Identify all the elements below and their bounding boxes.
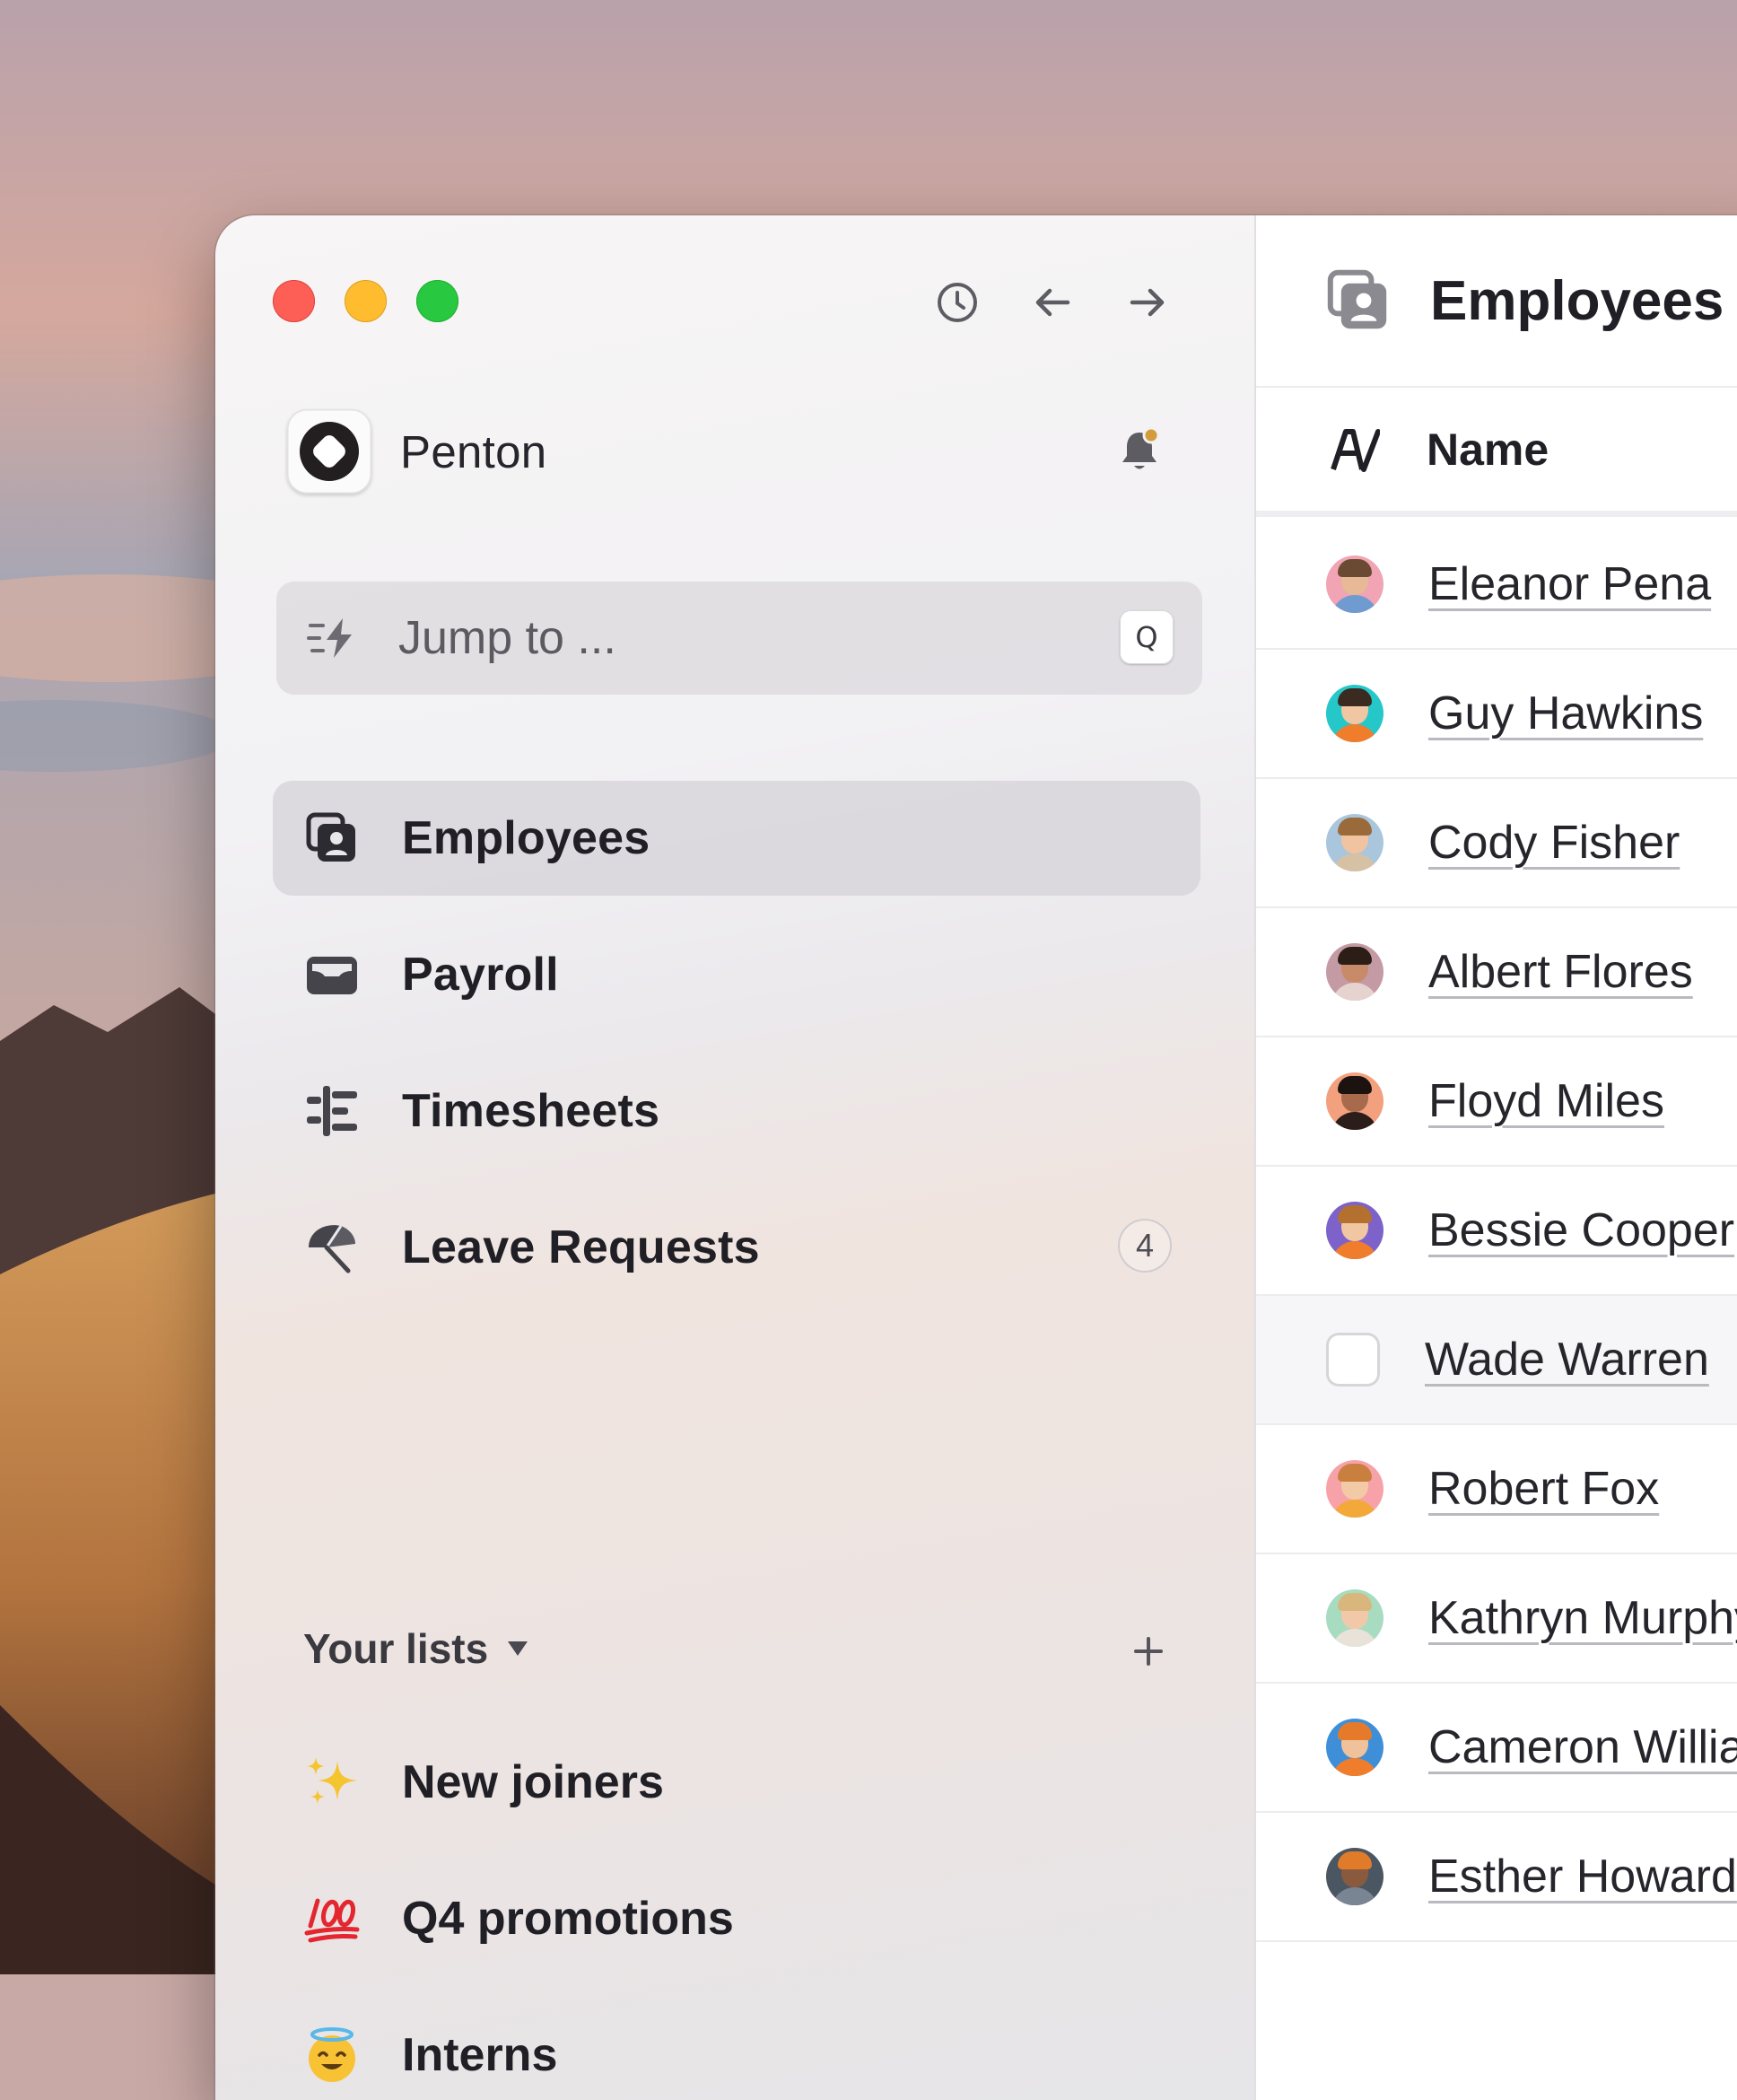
table-row[interactable]: Cody Fisher bbox=[1256, 779, 1737, 908]
nav-label: Employees bbox=[402, 812, 650, 864]
page-title: Employees bbox=[1430, 269, 1724, 332]
table-row[interactable]: Robert Fox bbox=[1256, 1425, 1737, 1554]
forward-arrow-icon[interactable] bbox=[1125, 280, 1170, 325]
avatar bbox=[1326, 685, 1383, 742]
lists-section-title: Your lists bbox=[303, 1625, 489, 1672]
search-placeholder: Jump to ... bbox=[398, 612, 616, 664]
timesheets-icon bbox=[298, 1077, 366, 1145]
table-row[interactable]: Wade Warren bbox=[1256, 1296, 1737, 1425]
list-label: New joiners bbox=[402, 1756, 664, 1808]
employee-name-link[interactable]: Wade Warren bbox=[1425, 1333, 1709, 1387]
workspace-name: Penton bbox=[400, 425, 547, 477]
employee-name-link[interactable]: Guy Hawkins bbox=[1428, 687, 1703, 740]
nav-item-payroll[interactable]: Payroll bbox=[273, 917, 1200, 1032]
table-row[interactable]: Eleanor Pena bbox=[1256, 521, 1737, 650]
avatar bbox=[1326, 943, 1383, 1001]
list-item-q4-promotions[interactable]: Q4 promotions bbox=[273, 1865, 1200, 1973]
list-item-new-joiners[interactable]: New joiners bbox=[273, 1728, 1200, 1836]
list-label: Q4 promotions bbox=[402, 1893, 734, 1945]
list-item-interns[interactable]: Interns bbox=[273, 2001, 1200, 2100]
row-select-checkbox[interactable] bbox=[1326, 1333, 1380, 1387]
history-icon[interactable] bbox=[935, 280, 980, 325]
wallet-icon bbox=[298, 941, 366, 1009]
list-label: Interns bbox=[402, 2029, 558, 2081]
plus-icon[interactable] bbox=[1125, 1628, 1172, 1675]
minimize-window-button[interactable] bbox=[345, 280, 387, 322]
caret-down-icon bbox=[508, 1641, 528, 1656]
zoom-window-button[interactable] bbox=[416, 280, 458, 322]
table-row[interactable]: Cameron Williamson bbox=[1256, 1684, 1737, 1813]
employee-name-link[interactable]: Cody Fisher bbox=[1428, 816, 1680, 870]
avatar bbox=[1326, 1460, 1383, 1518]
employee-name-link[interactable]: Floyd Miles bbox=[1428, 1074, 1664, 1128]
page-header: Employees bbox=[1256, 215, 1737, 388]
sparkles-icon bbox=[298, 1754, 366, 1811]
text-column-icon bbox=[1331, 428, 1380, 472]
workspace-switcher[interactable]: Penton bbox=[287, 409, 546, 494]
leave-requests-count-badge: 4 bbox=[1118, 1219, 1172, 1273]
app-window: Penton Jump to ... Q Employees Payroll T… bbox=[215, 215, 1737, 2100]
column-label: Name bbox=[1427, 424, 1549, 475]
employee-name-link[interactable]: Eleanor Pena bbox=[1428, 557, 1711, 611]
smiling-face-with-halo-icon bbox=[298, 2026, 366, 2084]
employee-name-link[interactable]: Cameron Williamson bbox=[1428, 1720, 1737, 1774]
table-row[interactable]: Bessie Cooper bbox=[1256, 1167, 1737, 1296]
sidebar: Penton Jump to ... Q Employees Payroll T… bbox=[215, 215, 1256, 2100]
close-window-button[interactable] bbox=[273, 280, 315, 322]
avatar bbox=[1326, 814, 1383, 871]
window-controls bbox=[273, 280, 458, 322]
table-row[interactable]: Floyd Miles bbox=[1256, 1037, 1737, 1167]
avatar bbox=[1326, 556, 1383, 613]
jump-to-search[interactable]: Jump to ... Q bbox=[276, 582, 1202, 695]
avatar bbox=[1326, 1202, 1383, 1259]
employee-name-link[interactable]: Bessie Cooper bbox=[1428, 1203, 1734, 1257]
nav-item-timesheets[interactable]: Timesheets bbox=[273, 1054, 1200, 1168]
employee-name-link[interactable]: Kathryn Murphy bbox=[1428, 1591, 1737, 1645]
employee-name-link[interactable]: Albert Flores bbox=[1428, 945, 1693, 999]
employee-name-link[interactable]: Robert Fox bbox=[1428, 1462, 1659, 1516]
nav-label: Timesheets bbox=[402, 1085, 660, 1137]
history-navigation bbox=[935, 280, 1170, 325]
avatar bbox=[1326, 1589, 1383, 1647]
employees-panel: Employees Name Eleanor Pena Guy Hawkins … bbox=[1256, 215, 1737, 2100]
nav-label: Payroll bbox=[402, 949, 559, 1001]
back-arrow-icon[interactable] bbox=[1030, 280, 1075, 325]
nav-label: Leave Requests bbox=[402, 1221, 760, 1273]
lists-section-toggle[interactable]: Your lists bbox=[303, 1624, 529, 1673]
nav-item-employees[interactable]: Employees bbox=[273, 781, 1200, 896]
bell-icon[interactable] bbox=[1113, 424, 1166, 477]
avatar bbox=[1326, 1719, 1383, 1776]
employees-icon bbox=[1327, 269, 1387, 329]
avatar bbox=[1326, 1072, 1383, 1130]
shortcut-key: Q bbox=[1120, 610, 1174, 664]
employee-name-link[interactable]: Esther Howard bbox=[1428, 1850, 1737, 1903]
table-row[interactable]: Kathryn Murphy bbox=[1256, 1554, 1737, 1684]
hundred-points-icon bbox=[298, 1890, 366, 1947]
lightning-icon bbox=[307, 618, 352, 658]
nav-item-leave-requests[interactable]: Leave Requests 4 bbox=[273, 1190, 1200, 1305]
table-row[interactable]: Guy Hawkins bbox=[1256, 650, 1737, 779]
table-row[interactable]: Albert Flores bbox=[1256, 908, 1737, 1037]
workspace-logo bbox=[287, 409, 371, 494]
table-row[interactable]: Esther Howard bbox=[1256, 1813, 1737, 1942]
avatar bbox=[1326, 1848, 1383, 1905]
umbrella-icon bbox=[298, 1213, 366, 1282]
employees-icon bbox=[298, 804, 366, 872]
name-column-header[interactable]: Name bbox=[1256, 388, 1737, 517]
